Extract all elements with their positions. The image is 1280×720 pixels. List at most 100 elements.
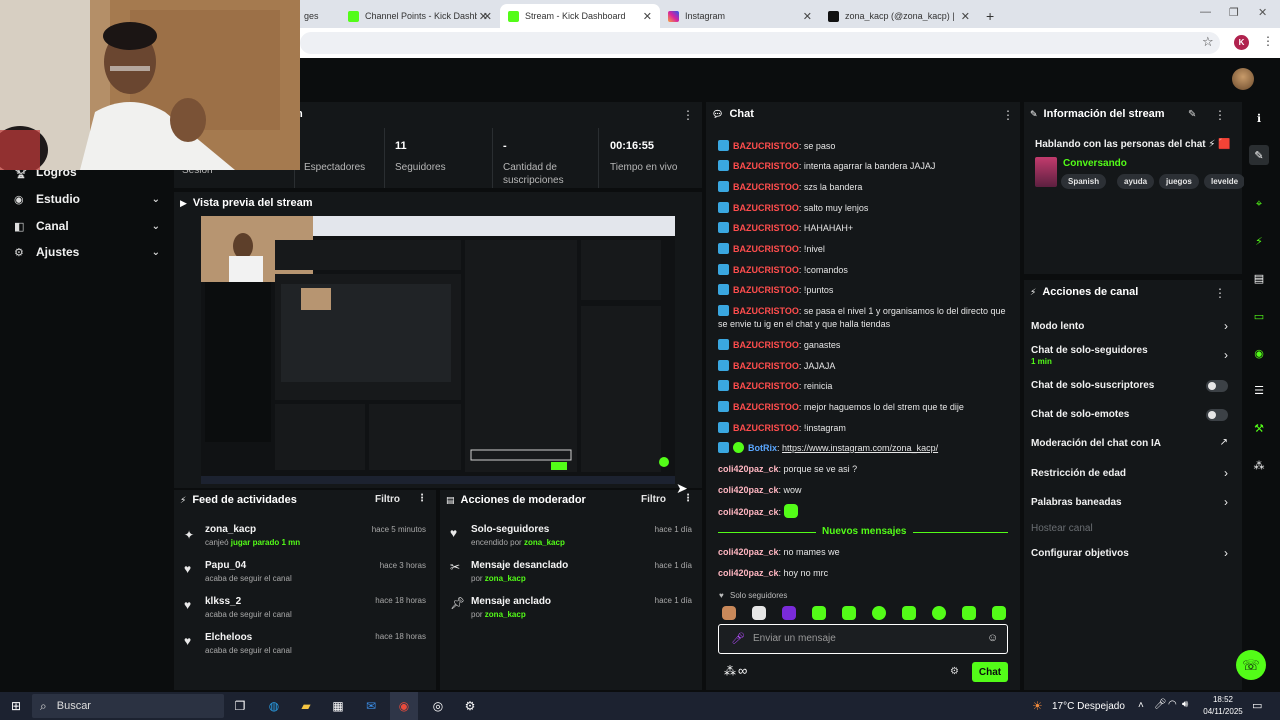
emote-icon[interactable]	[722, 606, 736, 620]
chevron-right-icon[interactable]: ›	[1224, 495, 1228, 509]
chat-bubble-icon[interactable]: ▭	[1249, 306, 1269, 326]
instagram-link[interactable]: https://www.instagram.com/zona_kacp/	[782, 443, 938, 453]
chat-message[interactable]: BAZUCRISTOO: intenta agarrar la bandera …	[718, 160, 1016, 173]
profile-avatar[interactable]: K	[1234, 35, 1249, 50]
chat-message[interactable]: BAZUCRISTOO: !comandos	[718, 264, 1016, 277]
chevron-up-icon[interactable]: ˄	[1138, 700, 1144, 711]
chevron-right-icon[interactable]: ›	[1224, 348, 1228, 362]
store-icon[interactable]: ▦	[328, 696, 348, 716]
tab-instagram[interactable]: Instagram ✕	[660, 4, 820, 28]
moderator-filter-button[interactable]: Filtro	[641, 494, 666, 505]
minimize-icon[interactable]: —	[1200, 6, 1211, 18]
more-options-icon[interactable]: ⋮	[1214, 108, 1226, 122]
close-window-icon[interactable]: ✕	[1258, 6, 1267, 19]
task-view-icon[interactable]: ❐	[230, 696, 250, 716]
document-icon[interactable]: ▤	[1249, 268, 1269, 288]
close-icon[interactable]: ✕	[643, 10, 652, 23]
kick-points-icon[interactable]: ⁂	[1249, 455, 1269, 475]
file-explorer-icon[interactable]: ▰	[296, 696, 316, 716]
configure-goals-item[interactable]: Configurar objetivos	[1031, 548, 1231, 559]
category-thumbnail[interactable]	[1035, 157, 1057, 187]
chat-message[interactable]: coli420paz_ck: wow	[718, 484, 1016, 497]
emote-icon[interactable]	[932, 606, 946, 620]
chevron-right-icon[interactable]: ›	[1224, 319, 1228, 333]
subscribers-only-toggle[interactable]	[1206, 380, 1228, 392]
chat-message[interactable]: coli420paz_ck:	[718, 504, 1016, 519]
chat-message-bot[interactable]: BotRix: https://www.instagram.com/zona_k…	[718, 442, 1016, 455]
emote-icon[interactable]	[872, 606, 886, 620]
bookmark-star-icon[interactable]: ☆	[1202, 34, 1214, 50]
chat-message[interactable]: BAZUCRISTOO: se pasa el nivel 1 y organi…	[718, 305, 1016, 331]
pencil-icon[interactable]: ✎	[1249, 145, 1269, 165]
chat-message[interactable]: BAZUCRISTOO: HAHAHAH+	[718, 222, 1016, 235]
microphone-icon[interactable]: 🎤︎	[1154, 699, 1167, 710]
target-icon[interactable]: ⌖	[1249, 194, 1269, 214]
broadcast-icon[interactable]: ◉	[1249, 343, 1269, 363]
chat-message[interactable]: coli420paz_ck: no mames we	[718, 546, 1016, 559]
info-icon[interactable]: ℹ	[1249, 108, 1269, 128]
close-icon[interactable]: ✕	[803, 10, 812, 23]
send-chat-button[interactable]: Chat	[972, 662, 1008, 682]
emote-icon[interactable]	[812, 606, 826, 620]
settings-icon[interactable]: ⚙	[460, 696, 480, 716]
edge-icon[interactable]: ◍	[264, 696, 284, 716]
emote-icon[interactable]	[782, 606, 796, 620]
sidebar-item-ajustes[interactable]: ⚙ Ajustes ⌄	[14, 242, 160, 262]
chat-message[interactable]: BAZUCRISTOO: ganastes	[718, 339, 1016, 352]
age-restriction-item[interactable]: Restricción de edad	[1031, 468, 1231, 479]
ai-moderation-item[interactable]: Moderación del chat con IA	[1031, 438, 1231, 449]
emotes-only-toggle[interactable]	[1206, 409, 1228, 421]
mail-icon[interactable]: ✉	[361, 696, 381, 716]
emote-icon[interactable]	[752, 606, 766, 620]
wifi-icon[interactable]: ◠	[1168, 699, 1177, 710]
tab-channel-points[interactable]: Channel Points - Kick Dashboar ✕	[340, 4, 500, 28]
chat-message[interactable]: BAZUCRISTOO: mejor haguemos lo del strem…	[718, 401, 1016, 414]
volume-icon[interactable]: 🔊︎	[1182, 699, 1188, 710]
browser-menu-icon[interactable]: ⋮	[1262, 34, 1274, 48]
new-tab-button[interactable]: +	[978, 4, 998, 28]
chat-message[interactable]: coli420paz_ck: porque se ve asi ?	[718, 463, 1016, 476]
url-input[interactable]	[300, 32, 1220, 54]
notifications-icon[interactable]: ▭	[1252, 699, 1262, 712]
weather-text[interactable]: 17°C Despejado	[1052, 701, 1125, 712]
chat-message[interactable]: BAZUCRISTOO: se paso	[718, 140, 1016, 153]
chat-message[interactable]: BAZUCRISTOO: !nivel	[718, 243, 1016, 256]
chrome-icon[interactable]: ◉	[394, 696, 414, 716]
tab-tiktok[interactable]: zona_kacp (@zona_kacp) | TikT ✕	[820, 4, 978, 28]
close-icon[interactable]: ✕	[483, 10, 492, 23]
windows-start-icon[interactable]: ⊞	[6, 696, 26, 716]
user-avatar[interactable]	[1232, 68, 1254, 90]
chat-message[interactable]: BAZUCRISTOO: !puntos	[718, 284, 1016, 297]
clock-date[interactable]: 04/11/2025	[1200, 707, 1246, 716]
preview-video[interactable]	[201, 216, 675, 484]
bolt-icon[interactable]: ⚡	[1249, 231, 1269, 251]
category-link[interactable]: Conversando	[1063, 158, 1127, 169]
microphone-icon[interactable]: 🎤︎	[731, 632, 745, 645]
emote-icon[interactable]	[902, 606, 916, 620]
more-options-icon[interactable]: ⋮	[1214, 286, 1226, 300]
chat-message[interactable]: BAZUCRISTOO: reinicia	[718, 380, 1016, 393]
gear-icon[interactable]: ⚙	[950, 666, 959, 677]
chevron-right-icon[interactable]: ›	[1224, 546, 1228, 560]
more-options-icon[interactable]: ⋮	[1002, 108, 1014, 122]
clock-time[interactable]: 18:52	[1200, 695, 1246, 704]
more-options-icon[interactable]: ⋮	[682, 108, 694, 122]
wrench-icon[interactable]: ⚒	[1249, 418, 1269, 438]
chat-message[interactable]: BAZUCRISTOO: !instagram	[718, 422, 1016, 435]
chat-message-input[interactable]: 🎤︎ Enviar un mensaje ☺	[718, 624, 1008, 654]
external-link-icon[interactable]: ↗	[1220, 437, 1228, 448]
kick-points-icon[interactable]: ⁂	[724, 664, 736, 678]
feed-filter-button[interactable]: Filtro	[375, 494, 400, 505]
maximize-icon[interactable]: ❐	[1229, 6, 1239, 19]
chat-message[interactable]: BAZUCRISTOO: salto muy lenjos	[718, 202, 1016, 215]
emote-icon[interactable]	[842, 606, 856, 620]
followers-only-item[interactable]: Chat de solo-seguidores	[1031, 345, 1231, 356]
taskbar-search[interactable]: ⌕ Buscar	[32, 694, 224, 718]
obs-icon[interactable]: ◎	[428, 696, 448, 716]
chevron-right-icon[interactable]: ›	[1224, 466, 1228, 480]
more-options-icon[interactable]: ⋮	[417, 493, 427, 504]
chat-message[interactable]: BAZUCRISTOO: szs la bandera	[718, 181, 1016, 194]
slow-mode-item[interactable]: Modo lento	[1031, 321, 1231, 332]
emoji-picker-icon[interactable]: ☺	[987, 632, 998, 644]
edit-icon[interactable]: ✎	[1188, 109, 1196, 120]
